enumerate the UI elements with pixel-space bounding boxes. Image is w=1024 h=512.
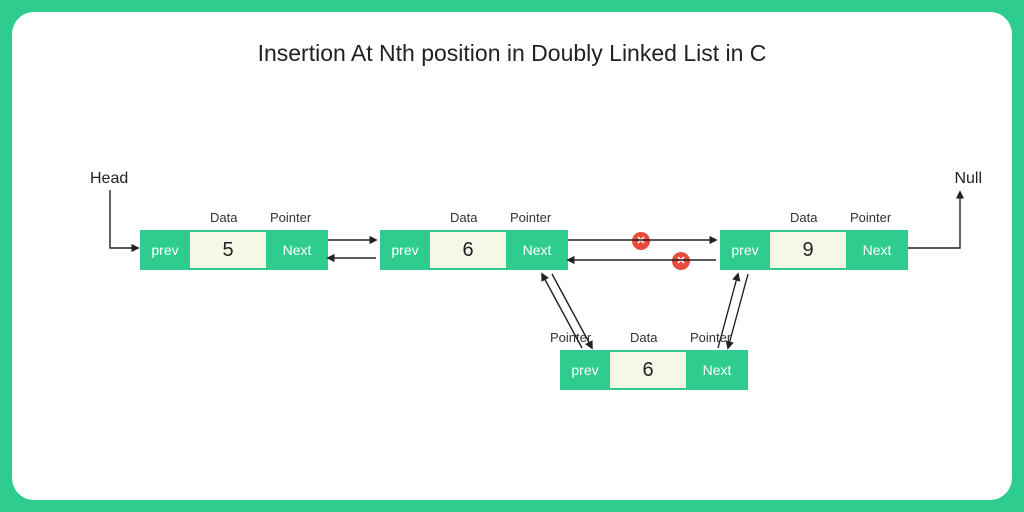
data-label-3: Data [790,210,817,225]
node-3-data: 9 [770,232,848,268]
node-2-data: 6 [430,232,508,268]
inserted-node: prev 6 Next [560,350,748,390]
data-label-2: Data [450,210,477,225]
node-1-data: 5 [190,232,268,268]
null-label: Null [954,170,982,188]
pointer-label-3: Pointer [850,210,891,225]
node-1-next: Next [268,232,326,268]
inserted-next: Next [688,352,746,388]
pointer-label-1: Pointer [270,210,311,225]
node-3: prev 9 Next [720,230,908,270]
break-icon: ✕ [672,252,690,270]
node-1: prev 5 Next [140,230,328,270]
pointer-label-ins-left: Pointer [550,330,591,345]
head-label: Head [90,170,128,188]
data-label-ins: Data [630,330,657,345]
diagram-frame: Insertion At Nth position in Doubly Link… [12,12,1012,500]
inserted-data: 6 [610,352,688,388]
break-icon: ✕ [632,232,650,250]
node-2: prev 6 Next [380,230,568,270]
node-2-prev: prev [382,232,430,268]
pointer-label-ins-right: Pointer [690,330,731,345]
node-3-next: Next [848,232,906,268]
node-3-prev: prev [722,232,770,268]
node-2-next: Next [508,232,566,268]
inserted-prev: prev [562,352,610,388]
pointer-label-2: Pointer [510,210,551,225]
data-label-1: Data [210,210,237,225]
node-1-prev: prev [142,232,190,268]
page-title: Insertion At Nth position in Doubly Link… [12,12,1012,67]
